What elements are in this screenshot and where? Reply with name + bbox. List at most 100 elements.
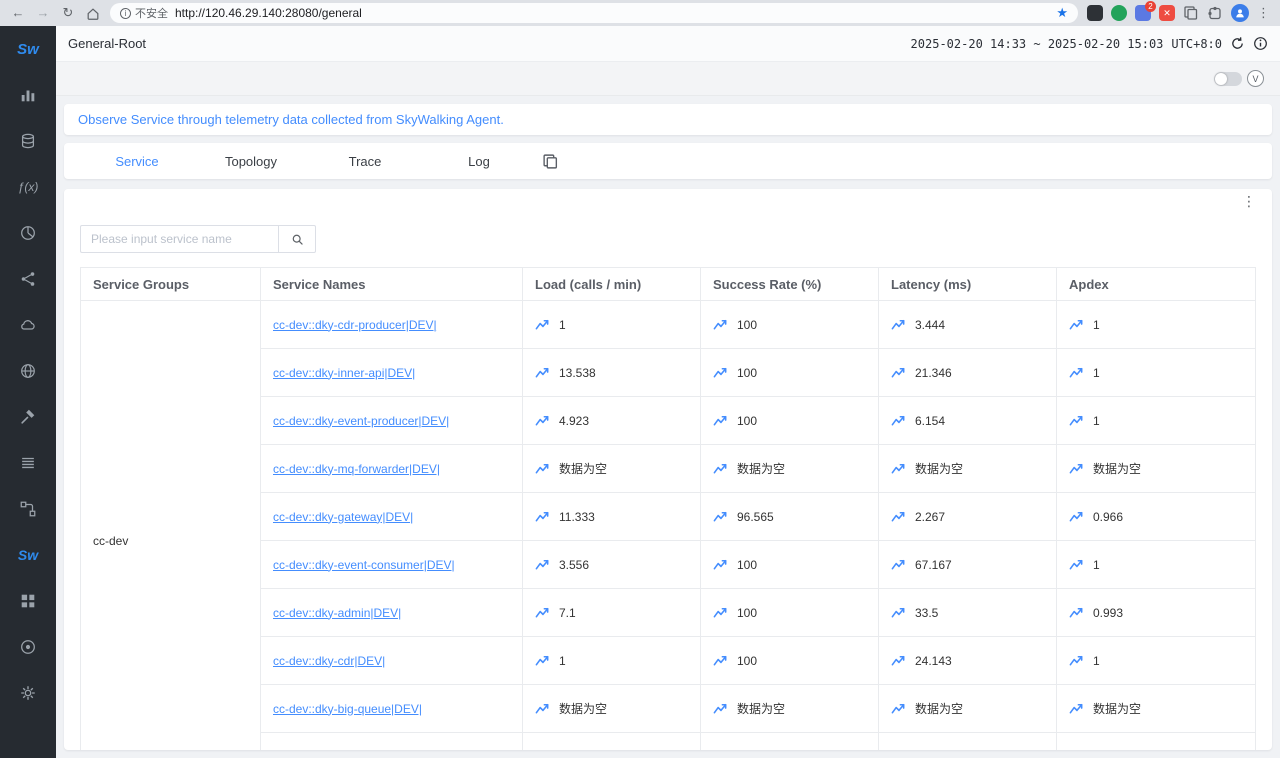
trend-icon[interactable] [891, 413, 906, 428]
trend-icon[interactable] [713, 557, 728, 572]
sidebar-item-database[interactable] [0, 118, 56, 164]
extension-icon-dark[interactable] [1087, 5, 1103, 21]
sidebar-item-virtual-services[interactable] [0, 440, 56, 486]
metric-value: 数据为空 [559, 702, 607, 716]
trend-icon[interactable] [891, 509, 906, 524]
extension-icon-red[interactable]: ✕ [1159, 5, 1175, 21]
trend-icon[interactable] [713, 605, 728, 620]
bookmark-star-icon[interactable]: ★ [1056, 5, 1068, 21]
trend-icon[interactable] [535, 509, 550, 524]
sidebar-item-gateway[interactable] [0, 348, 56, 394]
trend-icon[interactable] [535, 701, 550, 716]
sidebar-item-functions[interactable]: ƒ(x) [0, 164, 56, 210]
service-link[interactable]: cc-dev::dky-big-queue|DEV| [273, 702, 422, 716]
service-link[interactable]: cc-dev::dky-ws-sdk-2|DEV| [273, 750, 417, 751]
info-circle-icon[interactable] [1253, 36, 1268, 51]
trend-icon[interactable] [713, 461, 728, 476]
sidebar-item-profiles[interactable] [0, 624, 56, 670]
trend-icon[interactable] [713, 413, 728, 428]
reload-icon[interactable]: ↻ [60, 5, 76, 21]
trend-icon[interactable] [891, 461, 906, 476]
panel-menu-icon[interactable]: ⋮ [1242, 193, 1256, 210]
timezone-label[interactable]: UTC+8:0 [1171, 37, 1222, 51]
search-button[interactable] [278, 225, 316, 253]
trend-icon[interactable] [1069, 413, 1084, 428]
url-text[interactable]: http://120.46.29.140:28080/general [175, 6, 362, 20]
sidebar-item-browser[interactable] [0, 210, 56, 256]
sidebar-item-self-observability[interactable]: Sw [0, 532, 56, 578]
trend-icon[interactable] [713, 317, 728, 332]
service-link[interactable]: cc-dev::dky-event-producer|DEV| [273, 414, 449, 428]
address-bar[interactable]: i 不安全 http://120.46.29.140:28080/general… [110, 3, 1078, 23]
sidebar-item-topology[interactable] [0, 486, 56, 532]
page-title: General-Root [68, 36, 146, 51]
trend-icon[interactable] [1069, 749, 1084, 750]
trend-icon[interactable] [713, 509, 728, 524]
trend-icon[interactable] [1069, 605, 1084, 620]
sidebar-item-mesh[interactable] [0, 256, 56, 302]
trend-icon[interactable] [891, 701, 906, 716]
trend-icon[interactable] [891, 365, 906, 380]
tab-log[interactable]: Log [422, 154, 536, 169]
tab-topology[interactable]: Topology [194, 154, 308, 169]
trend-icon[interactable] [713, 653, 728, 668]
version-badge[interactable]: V [1247, 70, 1264, 87]
edit-toggle[interactable] [1214, 72, 1242, 86]
trend-icon[interactable] [891, 749, 906, 750]
sidebar-item-tools[interactable] [0, 394, 56, 440]
profile-avatar[interactable] [1231, 4, 1249, 22]
extensions-puzzle-icon[interactable] [1207, 5, 1223, 21]
service-link[interactable]: cc-dev::dky-admin|DEV| [273, 606, 401, 620]
trend-icon[interactable] [535, 461, 550, 476]
tab-trace[interactable]: Trace [308, 154, 422, 169]
trend-icon[interactable] [891, 557, 906, 572]
back-icon[interactable]: ← [10, 5, 26, 21]
trend-icon[interactable] [535, 317, 550, 332]
refresh-icon[interactable] [1230, 36, 1245, 51]
trend-icon[interactable] [1069, 461, 1084, 476]
trend-icon[interactable] [535, 653, 550, 668]
trend-icon[interactable] [1069, 365, 1084, 380]
service-link[interactable]: cc-dev::dky-cdr|DEV| [273, 654, 385, 668]
forward-icon[interactable]: → [35, 5, 51, 21]
trend-icon[interactable] [891, 653, 906, 668]
service-link[interactable]: cc-dev::dky-inner-api|DEV| [273, 366, 415, 380]
trend-icon[interactable] [891, 605, 906, 620]
sidebar-item-dashboards[interactable] [0, 578, 56, 624]
sidebar-item-settings[interactable] [0, 670, 56, 716]
trend-icon[interactable] [1069, 317, 1084, 332]
trend-icon[interactable] [535, 365, 550, 380]
extension-icon-badged[interactable]: 2 [1135, 5, 1151, 21]
service-link[interactable]: cc-dev::dky-cdr-producer|DEV| [273, 318, 437, 332]
trend-icon[interactable] [1069, 509, 1084, 524]
security-chip[interactable]: i 不安全 [120, 5, 168, 21]
service-link[interactable]: cc-dev::dky-gateway|DEV| [273, 510, 413, 524]
sidebar-item-infrastructure[interactable] [0, 302, 56, 348]
grid-icon [19, 592, 37, 610]
home-icon[interactable] [85, 5, 101, 21]
extension-icon-green[interactable] [1111, 5, 1127, 21]
trend-icon[interactable] [1069, 701, 1084, 716]
browser-menu-icon[interactable]: ⋮ [1257, 5, 1270, 21]
tab-copy-icon[interactable] [1183, 5, 1199, 21]
skywalking-logo[interactable]: Sw [17, 26, 39, 72]
trend-icon[interactable] [535, 749, 550, 750]
col-load: Load (calls / min) [523, 268, 701, 301]
service-link[interactable]: cc-dev::dky-event-consumer|DEV| [273, 558, 455, 572]
trend-icon[interactable] [535, 413, 550, 428]
time-range[interactable]: 2025-02-20 14:33 ~ 2025-02-20 15:03 [911, 37, 1164, 51]
trend-icon[interactable] [891, 317, 906, 332]
trend-icon[interactable] [713, 701, 728, 716]
search-input[interactable] [80, 225, 278, 253]
trend-icon[interactable] [713, 365, 728, 380]
apdex-cell: 1 [1057, 301, 1256, 349]
trend-icon[interactable] [713, 749, 728, 750]
copy-tab-icon[interactable] [542, 153, 559, 170]
sidebar-item-general-service[interactable] [0, 72, 56, 118]
trend-icon[interactable] [535, 557, 550, 572]
trend-icon[interactable] [535, 605, 550, 620]
trend-icon[interactable] [1069, 557, 1084, 572]
service-link[interactable]: cc-dev::dky-mq-forwarder|DEV| [273, 462, 440, 476]
tab-service[interactable]: Service [80, 154, 194, 169]
trend-icon[interactable] [1069, 653, 1084, 668]
